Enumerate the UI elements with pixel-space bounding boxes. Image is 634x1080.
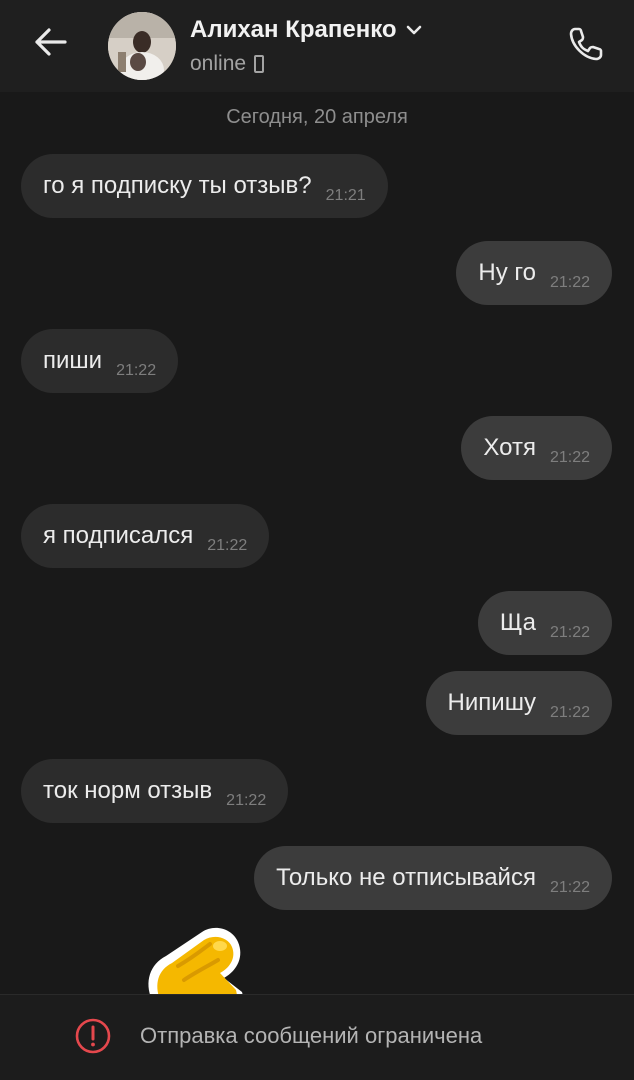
message-text: Только не отписывайся [276, 864, 536, 891]
message-time: 21:21 [325, 187, 366, 204]
message-outgoing[interactable]: Ну го 21:22 [456, 241, 612, 305]
back-button[interactable] [28, 24, 72, 60]
online-status: online [190, 52, 247, 75]
message-time: 21:22 [549, 879, 590, 896]
message-time: 21:22 [549, 449, 590, 466]
mobile-device-icon [254, 55, 265, 73]
message-text: Нипишу [447, 689, 536, 716]
message-text: ток норм отзыв [43, 777, 213, 804]
exclamation-circle-icon [75, 1018, 111, 1054]
date-separator: Сегодня, 20 апреля [226, 106, 408, 128]
contact-avatar[interactable] [108, 12, 176, 80]
message-time: 21:22 [549, 624, 590, 641]
contact-name-button[interactable]: Алихан Крапенко [190, 16, 423, 44]
message-time: 21:22 [226, 792, 267, 809]
contact-status: online [190, 52, 265, 76]
call-button[interactable] [562, 20, 610, 68]
message-incoming[interactable]: пиши 21:22 [21, 329, 179, 393]
message-text: Хотя [483, 434, 536, 461]
message-text: го я подписку ты отзыв? [43, 172, 312, 199]
contact-name: Алихан Крапенко [190, 16, 397, 43]
message-text: я подписался [43, 522, 194, 549]
message-incoming[interactable]: я подписался 21:22 [21, 504, 270, 568]
message-time: 21:22 [116, 362, 157, 379]
message-outgoing[interactable]: Ща 21:22 [477, 591, 612, 655]
message-time: 21:22 [549, 274, 590, 291]
message-time: 21:22 [207, 537, 248, 554]
message-incoming[interactable]: го я подписку ты отзыв? 21:21 [21, 154, 388, 218]
message-incoming[interactable]: ток норм отзыв 21:22 [21, 759, 289, 823]
restricted-notice: Отправка сообщений ограничена [140, 1023, 483, 1048]
message-outgoing[interactable]: Нипишу 21:22 [425, 671, 612, 735]
message-outgoing[interactable]: Хотя 21:22 [461, 416, 612, 480]
sticker-message[interactable] [138, 920, 258, 1000]
arrow-left-icon [35, 28, 67, 56]
message-text: Ща [499, 609, 536, 636]
message-text: пиши [43, 347, 103, 374]
message-time: 21:22 [549, 704, 590, 721]
message-outgoing[interactable]: Только не отписывайся 21:22 [254, 846, 612, 910]
sticker-hand-icon [148, 927, 244, 1000]
message-restriction-bar: Отправка сообщений ограничена [0, 994, 634, 1080]
chat-header: Алихан Крапенко online [0, 0, 634, 92]
phone-icon [569, 27, 603, 61]
chevron-down-icon [405, 21, 423, 39]
message-text: Ну го [478, 259, 536, 286]
avatar-photo [108, 12, 176, 80]
